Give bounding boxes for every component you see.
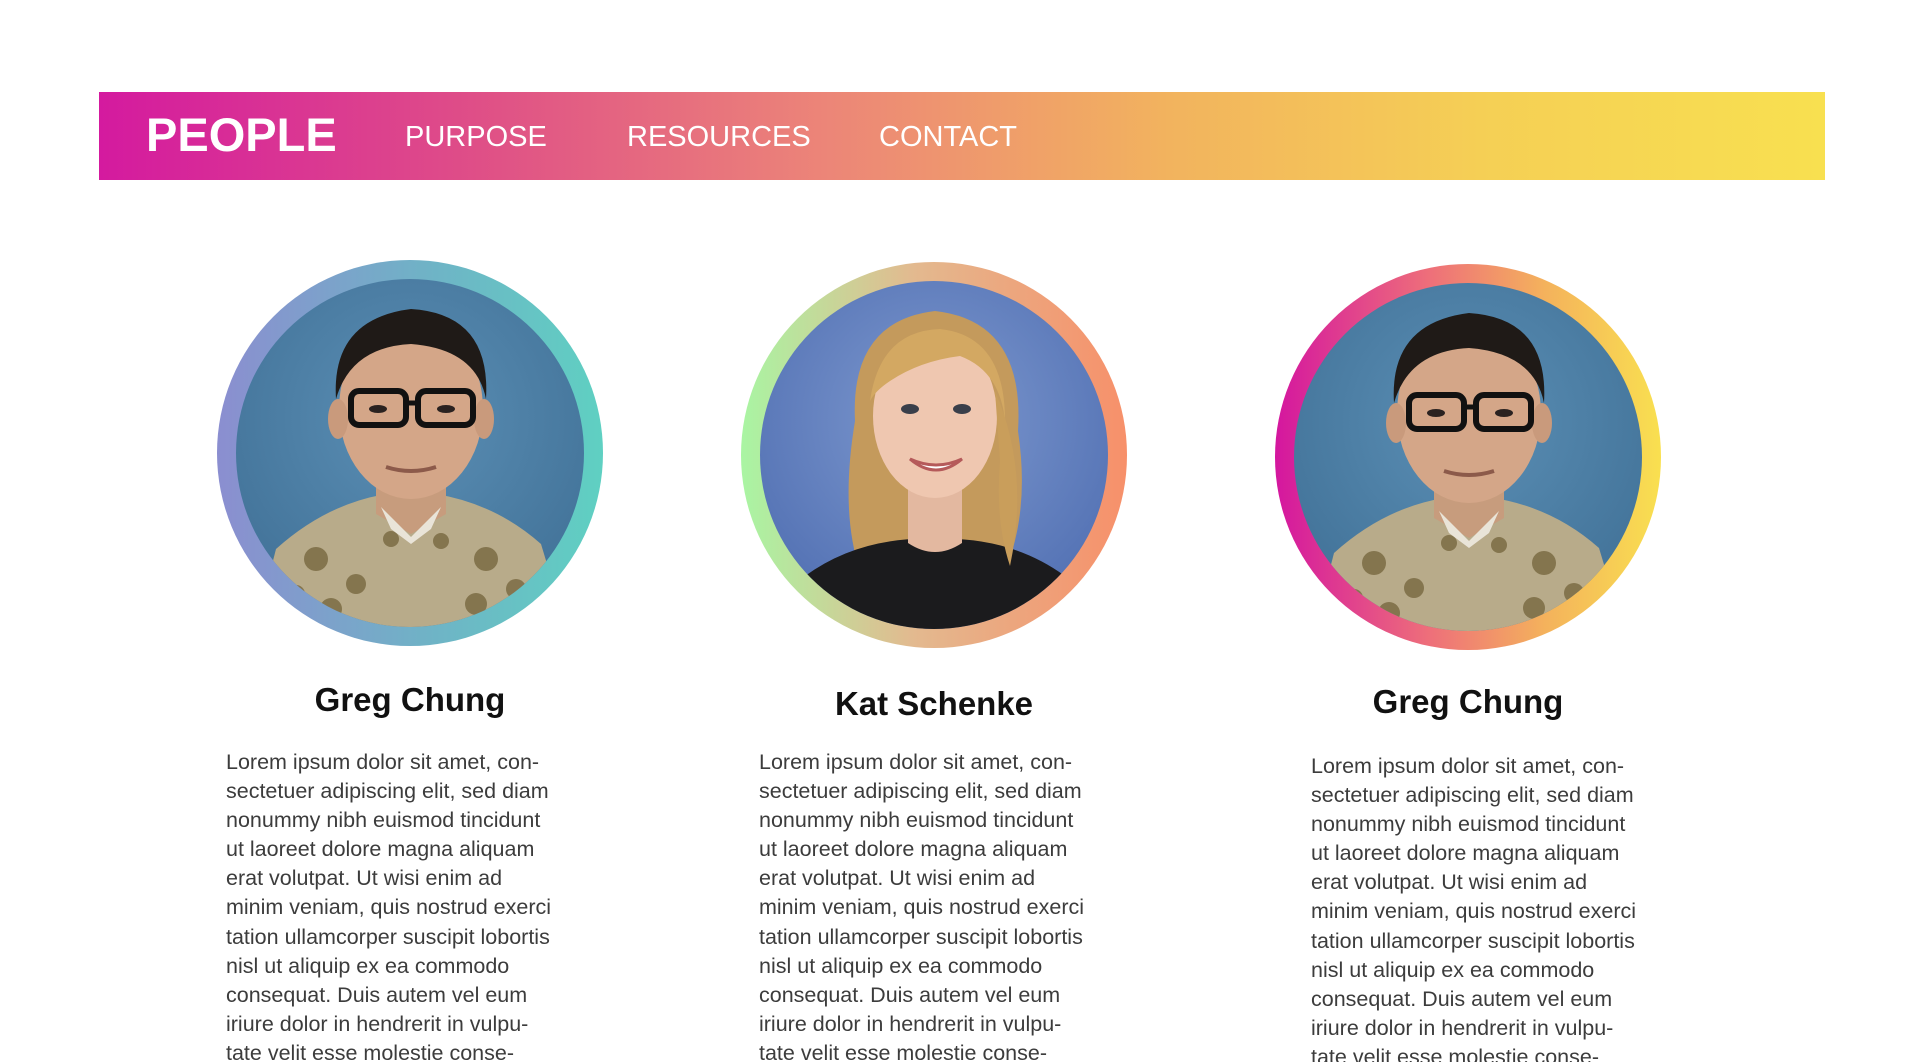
people-page: PEOPLE PURPOSE RESOURCES CONTACT Greg Ch… <box>0 0 1910 1062</box>
person-name: Kat Schenke <box>834 685 1034 722</box>
person-bio: Lorem ipsum dolor sit amet, con- sectetu… <box>226 750 552 1062</box>
nav-link-contact[interactable]: CONTACT <box>879 119 1017 155</box>
avatar-photo-woman[interactable] <box>760 281 1108 629</box>
person-name: Greg Chung <box>1372 683 1564 720</box>
nav-link-resources[interactable]: RESOURCES <box>627 119 811 155</box>
person-name: Greg Chung <box>314 681 506 718</box>
nav-link-purpose[interactable]: PURPOSE <box>405 119 547 155</box>
person-bio: Lorem ipsum dolor sit amet, con- sectetu… <box>759 750 1085 1062</box>
avatar-photo-man[interactable] <box>1294 283 1642 631</box>
avatar-photo-man[interactable] <box>236 279 584 627</box>
nav-logo-people[interactable]: PEOPLE <box>146 107 337 163</box>
avatar-ring <box>217 260 603 646</box>
avatar-ring <box>1275 264 1661 650</box>
avatar-ring <box>741 262 1127 648</box>
person-bio: Lorem ipsum dolor sit amet, con- sectetu… <box>1311 754 1637 1062</box>
